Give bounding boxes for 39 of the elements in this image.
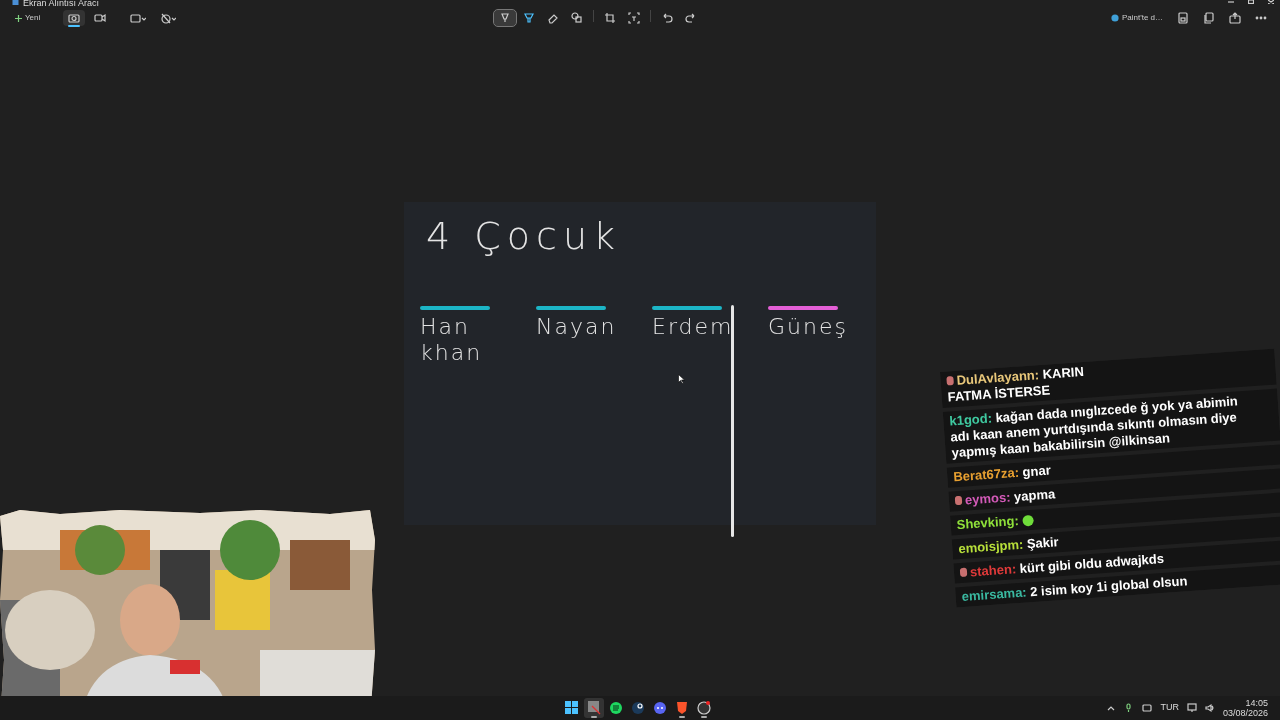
speaker-icon[interactable] <box>1204 703 1215 713</box>
window-title: Ekran Alıntısı Aracı <box>23 0 100 6</box>
handwritten-name: Erdem <box>652 314 734 340</box>
minimize-icon[interactable] <box>1228 0 1234 4</box>
redo-icon <box>684 12 697 24</box>
share-icon <box>1229 12 1241 24</box>
rectangle-icon <box>130 12 147 24</box>
handwritten-name: khan <box>420 340 483 366</box>
app-icon <box>12 0 19 6</box>
crop-icon <box>603 12 616 24</box>
shapes-icon <box>570 12 583 24</box>
handwritten-name: Nayan <box>536 314 617 340</box>
handwritten-name: Güneş <box>768 314 848 340</box>
new-button[interactable]: Yeni <box>10 10 46 26</box>
record-icon <box>694 698 714 718</box>
pen-icon <box>498 12 511 24</box>
timer-off-icon <box>160 12 177 24</box>
handwritten-name: Han <box>420 314 470 340</box>
text-extract-icon <box>627 12 640 24</box>
language-indicator[interactable]: TUR <box>1160 701 1179 715</box>
pen-tool[interactable] <box>493 10 516 26</box>
save-icon <box>1177 12 1189 24</box>
tablet-icon[interactable] <box>1142 703 1153 713</box>
maximize-icon[interactable] <box>1248 0 1254 4</box>
close-icon[interactable] <box>1268 0 1274 4</box>
camera-icon <box>68 12 81 24</box>
highlighter-icon <box>522 12 535 24</box>
clock-date: 03/08/2026 <box>1222 708 1268 718</box>
record-taskbar-button[interactable] <box>694 698 714 718</box>
paint-button[interactable]: Paint'te d… <box>1105 10 1168 26</box>
cursor-icon <box>678 374 685 384</box>
palette-icon <box>1110 14 1119 22</box>
eraser-icon <box>546 12 559 24</box>
camera-mode-button[interactable] <box>63 10 86 26</box>
clock-time: 14:05 <box>1245 698 1268 708</box>
video-icon <box>94 12 107 24</box>
handwritten-heading: 4 Çocuk <box>426 213 623 260</box>
plus-icon <box>15 14 22 22</box>
copy-icon <box>1203 12 1215 24</box>
